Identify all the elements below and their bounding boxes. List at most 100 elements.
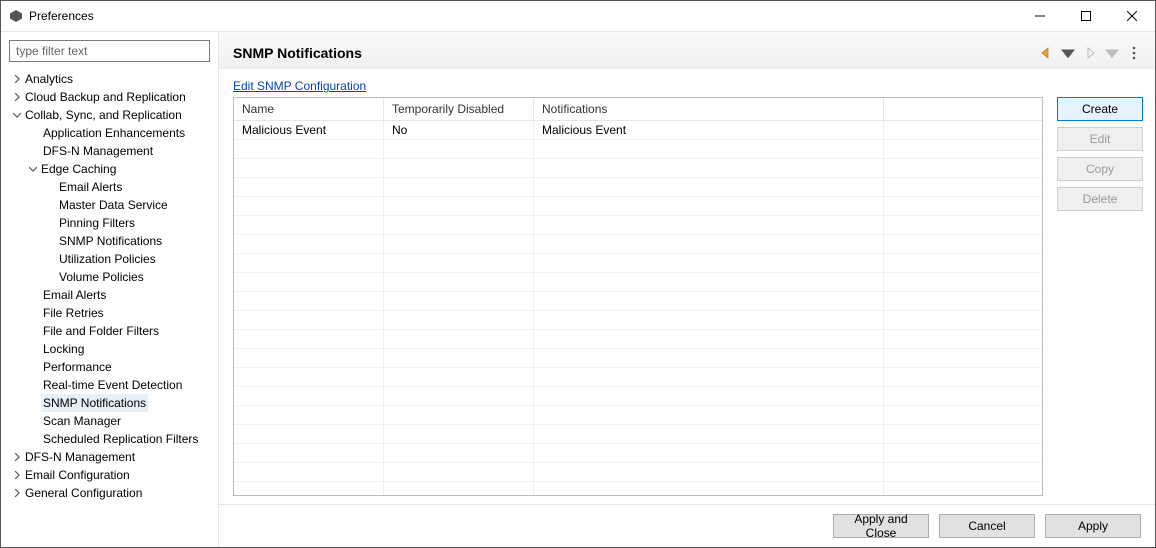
main-panel: SNMP Notifications [219,32,1155,547]
tree-item[interactable]: Scan Manager [1,412,218,430]
tree-item[interactable]: DFS-N Management [1,448,218,466]
tree-item[interactable]: Edge Caching [1,160,218,178]
tree-item[interactable]: Real-time Event Detection [1,376,218,394]
table-cell: Malicious Event [534,121,884,139]
preferences-tree[interactable]: AnalyticsCloud Backup and ReplicationCol… [1,68,218,547]
tree-item-label: Utilization Policies [57,250,158,268]
table-row-empty [234,311,1042,330]
tree-item[interactable]: Email Alerts [1,286,218,304]
edit-button[interactable]: Edit [1057,127,1143,151]
table-row-empty [234,292,1042,311]
nav-back-icon[interactable] [1037,44,1055,62]
table-row-empty [234,387,1042,406]
overflow-menu-icon[interactable] [1125,44,1143,62]
tree-item[interactable]: Volume Policies [1,268,218,286]
table-header: Name Temporarily Disabled Notifications [234,98,1042,121]
chevron-right-icon[interactable] [11,453,23,461]
tree-item[interactable]: Performance [1,358,218,376]
page-title: SNMP Notifications [233,45,362,61]
table-row-empty [234,330,1042,349]
nav-forward-icon[interactable] [1081,44,1099,62]
create-button[interactable]: Create [1057,97,1143,121]
tree-item[interactable]: SNMP Notifications [1,394,218,412]
tree-item[interactable]: Cloud Backup and Replication [1,88,218,106]
column-temp-disabled[interactable]: Temporarily Disabled [384,98,534,120]
tree-item-label: File Retries [41,304,106,322]
table-cell: No [384,121,534,139]
tree-item-label: Volume Policies [57,268,146,286]
tree-item-label: DFS-N Management [41,142,155,160]
tree-item[interactable]: Email Configuration [1,466,218,484]
dialog-footer: Apply and Close Cancel Apply [219,504,1155,547]
table-row-empty [234,216,1042,235]
tree-item-label: Scan Manager [41,412,123,430]
tree-item[interactable]: General Configuration [1,484,218,502]
tree-item[interactable]: Master Data Service [1,196,218,214]
tree-item[interactable]: SNMP Notifications [1,232,218,250]
column-name[interactable]: Name [234,98,384,120]
tree-item[interactable]: Utilization Policies [1,250,218,268]
apply-button[interactable]: Apply [1045,514,1141,538]
table-row-empty [234,482,1042,495]
table-row-empty [234,197,1042,216]
tree-item[interactable]: File and Folder Filters [1,322,218,340]
table-row-empty [234,254,1042,273]
notifications-table: Name Temporarily Disabled Notifications … [233,97,1043,495]
nav-forward-menu-icon[interactable] [1103,44,1121,62]
chevron-right-icon[interactable] [11,75,23,83]
chevron-right-icon[interactable] [11,489,23,497]
maximize-button[interactable] [1063,1,1109,31]
table-row-empty [234,159,1042,178]
nav-back-menu-icon[interactable] [1059,44,1077,62]
table-row-empty [234,425,1042,444]
table-row-empty [234,349,1042,368]
tree-item[interactable]: Pinning Filters [1,214,218,232]
tree-item[interactable]: Scheduled Replication Filters [1,430,218,448]
apply-and-close-button[interactable]: Apply and Close [833,514,929,538]
chevron-right-icon[interactable] [11,471,23,479]
close-button[interactable] [1109,1,1155,31]
preferences-window: Preferences AnalyticsCloud Backup and Re… [0,0,1156,548]
chevron-down-icon[interactable] [27,165,39,173]
tree-item-label: Edge Caching [39,160,118,178]
sidebar: AnalyticsCloud Backup and ReplicationCol… [1,32,219,547]
tree-item-label: Analytics [23,70,75,88]
tree-item-label: SNMP Notifications [41,394,148,412]
tree-item-label: Pinning Filters [57,214,137,232]
cancel-button[interactable]: Cancel [939,514,1035,538]
tree-item[interactable]: Analytics [1,70,218,88]
edit-snmp-configuration-link[interactable]: Edit SNMP Configuration [233,79,366,93]
table-cell [884,121,1042,139]
tree-item-label: Application Enhancements [41,124,187,142]
tree-item[interactable]: Application Enhancements [1,124,218,142]
table-row-empty [234,444,1042,463]
tree-item[interactable]: Email Alerts [1,178,218,196]
tree-item-label: SNMP Notifications [57,232,164,250]
titlebar: Preferences [1,1,1155,32]
window-title: Preferences [29,9,94,23]
tree-item[interactable]: Locking [1,340,218,358]
chevron-right-icon[interactable] [11,93,23,101]
table-row[interactable]: Malicious EventNoMalicious Event [234,121,1042,140]
table-row-empty [234,235,1042,254]
delete-button[interactable]: Delete [1057,187,1143,211]
page-header: SNMP Notifications [219,32,1155,69]
filter-input[interactable] [9,40,210,62]
table-row-empty [234,140,1042,159]
tree-item-label: File and Folder Filters [41,322,161,340]
minimize-button[interactable] [1017,1,1063,31]
table-row-empty [234,368,1042,387]
copy-button[interactable]: Copy [1057,157,1143,181]
tree-item-label: Master Data Service [57,196,170,214]
column-spacer [884,98,1042,120]
app-icon [9,9,23,23]
tree-item-label: Email Configuration [23,466,132,484]
tree-item[interactable]: File Retries [1,304,218,322]
chevron-down-icon[interactable] [11,111,23,119]
column-notifications[interactable]: Notifications [534,98,884,120]
tree-item-label: Email Alerts [57,178,124,196]
tree-item-label: DFS-N Management [23,448,137,466]
tree-item[interactable]: DFS-N Management [1,142,218,160]
tree-item[interactable]: Collab, Sync, and Replication [1,106,218,124]
table-cell: Malicious Event [234,121,384,139]
